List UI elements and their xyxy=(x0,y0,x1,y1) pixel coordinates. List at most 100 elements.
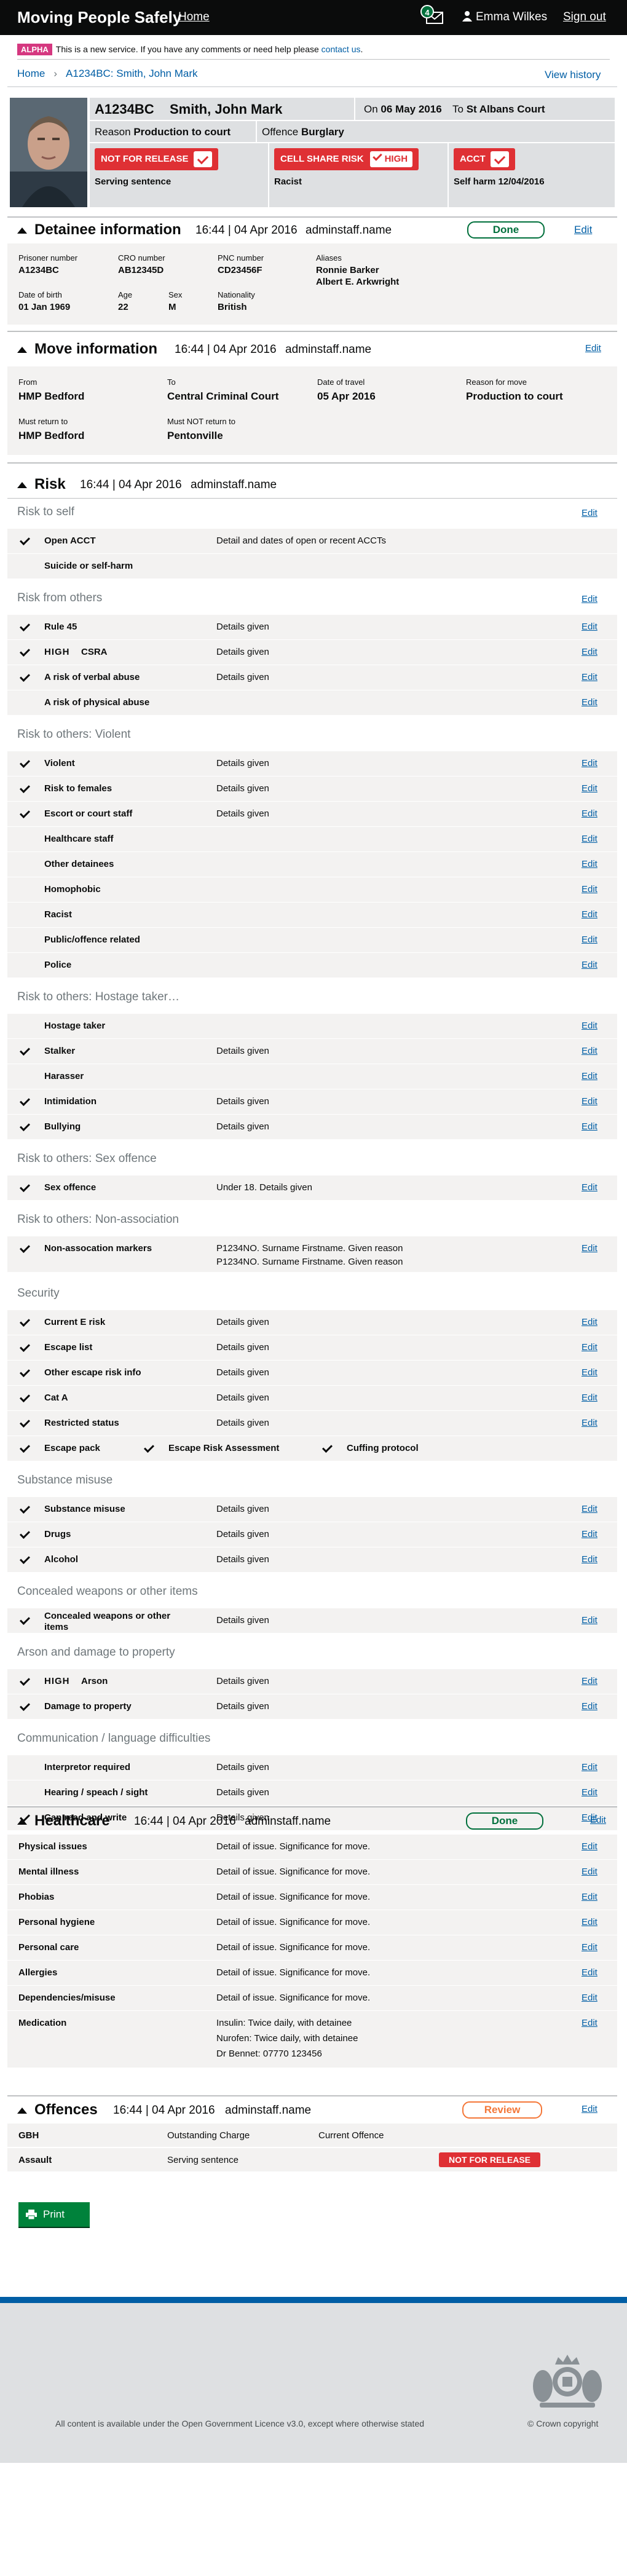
checkbox-empty-icon[interactable] xyxy=(18,833,31,845)
checkbox-checked-icon[interactable] xyxy=(18,1392,31,1404)
risk-item-edit-link[interactable]: Edit xyxy=(582,622,597,632)
checkbox-empty-icon[interactable] xyxy=(18,909,31,921)
risk-item-edit-link[interactable]: Edit xyxy=(582,960,597,970)
checkbox-checked-icon[interactable] xyxy=(18,1554,31,1566)
risk-item-edit-link[interactable]: Edit xyxy=(582,1243,597,1254)
checkbox-checked-icon[interactable] xyxy=(18,1675,31,1688)
risk-item-edit-link[interactable]: Edit xyxy=(582,859,597,869)
breadcrumb-current[interactable]: A1234BC: Smith, John Mark xyxy=(66,68,197,79)
move-edit-link[interactable]: Edit xyxy=(585,343,601,354)
checkbox-empty-icon[interactable] xyxy=(18,697,31,709)
checkbox-empty-icon[interactable] xyxy=(18,858,31,871)
breadcrumb-home[interactable]: Home xyxy=(17,68,45,79)
offences-edit-link[interactable]: Edit xyxy=(582,2104,597,2114)
risk-item-edit-link[interactable]: Edit xyxy=(582,1701,597,1712)
checkbox-checked-icon[interactable] xyxy=(18,646,31,658)
detainee-edit-link[interactable]: Edit xyxy=(574,224,592,236)
checkbox-empty-icon[interactable] xyxy=(18,1787,31,1799)
checkbox-empty-icon[interactable] xyxy=(18,959,31,971)
risk-item-edit-link[interactable]: Edit xyxy=(582,672,597,682)
risk-item-edit-link[interactable]: Edit xyxy=(582,1529,597,1539)
checkbox-checked-icon[interactable] xyxy=(18,1503,31,1515)
risk-item-edit-link[interactable]: Edit xyxy=(582,1787,597,1798)
risk-item-edit-link[interactable]: Edit xyxy=(582,808,597,819)
mail-icon[interactable]: 4 xyxy=(420,5,444,26)
detainee-heading[interactable]: Detainee information xyxy=(17,221,181,239)
view-history-link[interactable]: View history xyxy=(545,69,601,81)
risk-item-edit-link[interactable]: Edit xyxy=(582,1096,597,1107)
checkbox-checked-icon[interactable] xyxy=(18,1243,31,1255)
risk-item-edit-link[interactable]: Edit xyxy=(582,1504,597,1514)
home-link[interactable]: Home xyxy=(178,10,210,24)
risk-item-edit-link[interactable]: Edit xyxy=(582,1554,597,1565)
licence-link[interactable]: Open Government Licence v3.0 xyxy=(181,2419,303,2428)
checkbox-checked-icon[interactable] xyxy=(18,783,31,795)
healthcare-done-button[interactable]: Done xyxy=(466,1812,543,1830)
healthcare-item-edit-link[interactable]: Edit xyxy=(582,1892,597,1902)
checkbox-checked-icon[interactable] xyxy=(143,1442,155,1455)
checkbox-empty-icon[interactable] xyxy=(18,1070,31,1083)
checkbox-checked-icon[interactable] xyxy=(18,1417,31,1429)
healthcare-item-edit-link[interactable]: Edit xyxy=(582,1841,597,1852)
risk-item-edit-link[interactable]: Edit xyxy=(582,1393,597,1403)
offences-heading[interactable]: Offences xyxy=(17,2101,98,2119)
contact-link[interactable]: contact us xyxy=(321,44,361,54)
checkbox-checked-icon[interactable] xyxy=(18,1045,31,1057)
checkbox-checked-icon[interactable] xyxy=(18,1096,31,1108)
risk-item-edit-link[interactable]: Edit xyxy=(582,1676,597,1686)
risk-item-edit-link[interactable]: Edit xyxy=(582,758,597,768)
healthcare-item-edit-link[interactable]: Edit xyxy=(582,1993,597,2003)
print-button[interactable]: Print xyxy=(18,2202,90,2227)
risk-self-edit-link[interactable]: Edit xyxy=(582,508,597,518)
medication-edit-link[interactable]: Edit xyxy=(582,2018,597,2028)
risk-item-edit-link[interactable]: Edit xyxy=(582,1762,597,1772)
checkbox-checked-icon[interactable] xyxy=(18,535,31,547)
risk-item-edit-link[interactable]: Edit xyxy=(582,1046,597,1056)
risk-item-edit-link[interactable]: Edit xyxy=(582,1615,597,1626)
checkbox-checked-icon[interactable] xyxy=(18,671,31,684)
detainee-done-button[interactable]: Done xyxy=(467,221,545,239)
checkbox-checked-icon[interactable] xyxy=(18,1182,31,1194)
healthcare-item-edit-link[interactable]: Edit xyxy=(582,1867,597,1877)
offences-review-button[interactable]: Review xyxy=(462,2101,542,2119)
move-heading[interactable]: Move information xyxy=(17,341,157,358)
user-menu[interactable]: Emma Wilkes xyxy=(462,10,547,24)
risk-item-edit-link[interactable]: Edit xyxy=(582,909,597,920)
checkbox-checked-icon[interactable] xyxy=(18,1701,31,1713)
checkbox-checked-icon[interactable] xyxy=(18,808,31,820)
healthcare-edit-link[interactable]: Edit xyxy=(590,1815,606,1825)
risk-item-edit-link[interactable]: Edit xyxy=(582,834,597,844)
healthcare-item-edit-link[interactable]: Edit xyxy=(582,1942,597,1953)
risk-item-edit-link[interactable]: Edit xyxy=(582,1418,597,1428)
checkbox-empty-icon[interactable] xyxy=(18,1020,31,1032)
checkbox-checked-icon[interactable] xyxy=(18,1121,31,1133)
risk-item-edit-link[interactable]: Edit xyxy=(582,1021,597,1031)
risk-item-edit-link[interactable]: Edit xyxy=(582,697,597,708)
checkbox-checked-icon[interactable] xyxy=(18,1341,31,1354)
checkbox-empty-icon[interactable] xyxy=(18,934,31,946)
risk-heading[interactable]: Risk xyxy=(17,476,66,493)
checkbox-checked-icon[interactable] xyxy=(18,1528,31,1541)
risk-item-edit-link[interactable]: Edit xyxy=(582,647,597,657)
risk-item-edit-link[interactable]: Edit xyxy=(582,783,597,794)
risk-item-edit-link[interactable]: Edit xyxy=(582,1121,597,1132)
healthcare-item-edit-link[interactable]: Edit xyxy=(582,1917,597,1927)
risk-item-edit-link[interactable]: Edit xyxy=(582,1317,597,1327)
checkbox-checked-icon[interactable] xyxy=(18,621,31,633)
checkbox-checked-icon[interactable] xyxy=(321,1442,333,1455)
risk-item-edit-link[interactable]: Edit xyxy=(582,1071,597,1081)
risk-item-edit-link[interactable]: Edit xyxy=(582,1367,597,1378)
checkbox-empty-icon[interactable] xyxy=(18,883,31,896)
risk-item-edit-link[interactable]: Edit xyxy=(582,934,597,945)
healthcare-item-edit-link[interactable]: Edit xyxy=(582,1967,597,1978)
checkbox-checked-icon[interactable] xyxy=(18,1614,31,1627)
checkbox-checked-icon[interactable] xyxy=(18,1442,31,1455)
risk-from-others-edit-link[interactable]: Edit xyxy=(582,594,597,604)
checkbox-empty-icon[interactable] xyxy=(18,560,31,572)
sign-out-link[interactable]: Sign out xyxy=(563,10,606,24)
checkbox-checked-icon[interactable] xyxy=(18,757,31,770)
risk-item-edit-link[interactable]: Edit xyxy=(582,884,597,895)
risk-item-edit-link[interactable]: Edit xyxy=(582,1182,597,1193)
healthcare-heading[interactable]: Healthcare xyxy=(17,1812,110,1830)
checkbox-checked-icon[interactable] xyxy=(18,1316,31,1329)
